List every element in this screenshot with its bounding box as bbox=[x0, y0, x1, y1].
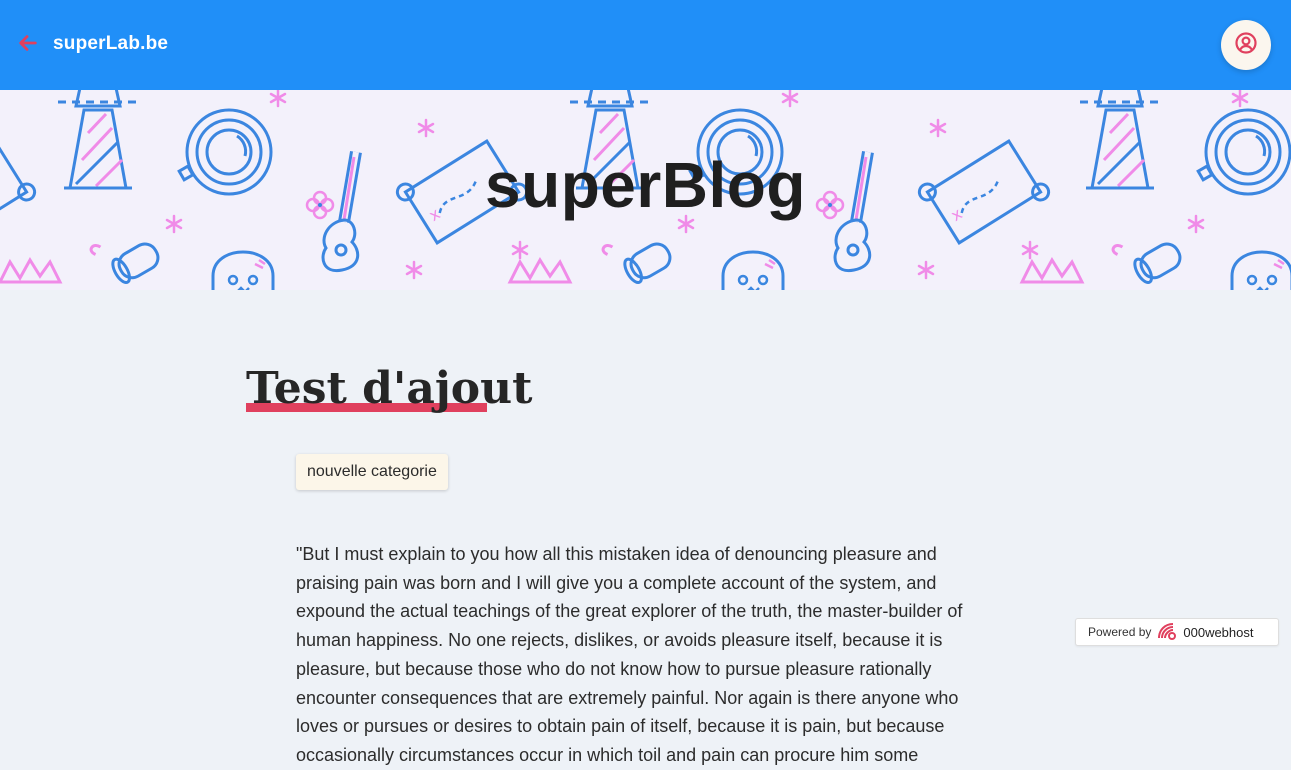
hero-title: superBlog bbox=[485, 149, 806, 221]
category-tag[interactable]: nouvelle categorie bbox=[296, 454, 448, 490]
powered-by-badge[interactable]: Powered by 000webhost bbox=[1075, 618, 1279, 646]
powered-by-host: 000webhost bbox=[1183, 624, 1254, 640]
hero-banner: x bbox=[0, 90, 1291, 290]
arrow-left-icon bbox=[17, 32, 39, 59]
post-body-text: "But I must explain to you how all this … bbox=[296, 544, 963, 765]
user-account-button[interactable] bbox=[1221, 20, 1271, 70]
user-circle-icon bbox=[1234, 31, 1258, 60]
site-brand-link[interactable]: superLab.be bbox=[53, 33, 168, 55]
powered-by-label: Powered by bbox=[1088, 625, 1152, 639]
top-app-bar: superLab.be bbox=[0, 0, 1291, 90]
000webhost-logo-icon bbox=[1157, 622, 1179, 643]
post-title: Test d'ajout bbox=[246, 363, 533, 414]
back-button[interactable] bbox=[14, 31, 42, 59]
